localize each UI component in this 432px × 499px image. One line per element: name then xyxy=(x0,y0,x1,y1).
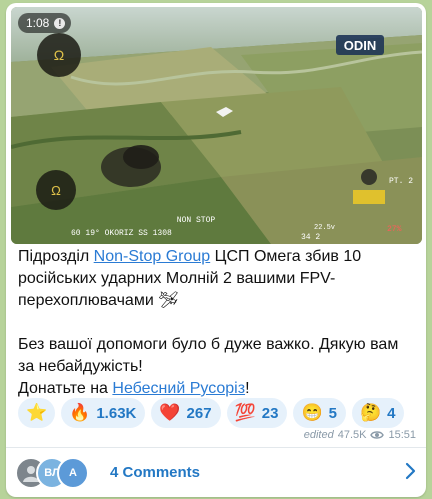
reaction-count: 5 xyxy=(328,404,337,422)
commenter-avatars: ВЛ А xyxy=(15,457,105,489)
video-thumbnail[interactable]: Ω Ω ODIN NON STOP 60 19° OKORIZ SS 1308 … xyxy=(11,7,422,244)
svg-text:Ω: Ω xyxy=(51,183,61,198)
hundred-points-icon: 💯 xyxy=(234,403,256,422)
message-paragraph-3: Донатьте на Небесний Русоріз! xyxy=(18,378,418,400)
reactions-bar: ⭐ 🔥 1.63K ❤️ 267 💯 23 😁 5 🤔 4 xyxy=(18,398,405,428)
edited-label: edited xyxy=(303,429,334,441)
reaction-count: 267 xyxy=(186,404,212,422)
star-icon: ⭐ xyxy=(26,403,48,422)
fire-icon: 🔥 xyxy=(69,403,91,422)
comments-label: 4 Comments xyxy=(110,463,201,481)
message-text: Підрозділ Non-Stop Group ЦСП Омега збив … xyxy=(18,246,418,400)
non-stop-group-link[interactable]: Non-Stop Group xyxy=(94,248,211,265)
reaction-grin[interactable]: 😁 5 xyxy=(293,398,346,428)
duration-label: 1:08 xyxy=(26,16,50,30)
reaction-thinking[interactable]: 🤔 4 xyxy=(351,398,405,428)
reaction-heart[interactable]: ❤️ 267 xyxy=(151,398,221,428)
svg-text:22.5v: 22.5v xyxy=(314,224,335,232)
reaction-count: 4 xyxy=(387,404,396,422)
comments-button[interactable]: ВЛ А 4 Comments xyxy=(6,448,426,496)
message-paragraph-1: Підрозділ Non-Stop Group ЦСП Омега збив … xyxy=(18,246,418,312)
message-meta: edited 47.5K 15:51 xyxy=(304,429,416,441)
reaction-star[interactable]: ⭐ xyxy=(18,398,56,428)
eye-icon xyxy=(370,431,385,439)
views-count: 47.5K xyxy=(337,429,367,441)
svg-text:Ω: Ω xyxy=(54,47,64,63)
reaction-count: 1.63K xyxy=(96,404,137,422)
message-paragraph-2: Без вашої допомоги було б дуже важко. Дя… xyxy=(18,336,399,375)
info-icon: ! xyxy=(54,17,66,29)
thinking-face-icon: 🤔 xyxy=(359,403,382,422)
message-time: 15:51 xyxy=(388,429,416,441)
grinning-face-icon: 😁 xyxy=(301,403,323,422)
svg-text:ODIN: ODIN xyxy=(344,38,377,53)
svg-text:NON STOP: NON STOP xyxy=(177,216,216,225)
text-segment: Підрозділ xyxy=(18,248,94,265)
reaction-count: 23 xyxy=(261,404,279,422)
reaction-fire[interactable]: 🔥 1.63K xyxy=(61,398,146,428)
avatar: А xyxy=(57,457,89,489)
chevron-right-icon xyxy=(405,462,416,480)
svg-text:34 2: 34 2 xyxy=(301,233,320,242)
message-bubble: Ω Ω ODIN NON STOP 60 19° OKORIZ SS 1308 … xyxy=(6,3,426,497)
svg-text:27%: 27% xyxy=(387,225,402,234)
svg-text:60 19° OKORIZ SS 1308: 60 19° OKORIZ SS 1308 xyxy=(71,229,172,238)
text-segment: ! xyxy=(245,380,250,397)
drone-emoji-icon: 🛩 xyxy=(158,292,179,309)
video-frame: Ω Ω ODIN NON STOP 60 19° OKORIZ SS 1308 … xyxy=(11,7,422,244)
text-segment: Донатьте на xyxy=(18,380,113,397)
nebesnyi-rusoriz-link[interactable]: Небесний Русоріз xyxy=(112,380,245,397)
video-duration-badge: 1:08 ! xyxy=(18,13,72,33)
svg-text:PT. 2: PT. 2 xyxy=(389,177,413,186)
reaction-hundred[interactable]: 💯 23 xyxy=(226,398,288,428)
heart-icon: ❤️ xyxy=(159,403,181,422)
